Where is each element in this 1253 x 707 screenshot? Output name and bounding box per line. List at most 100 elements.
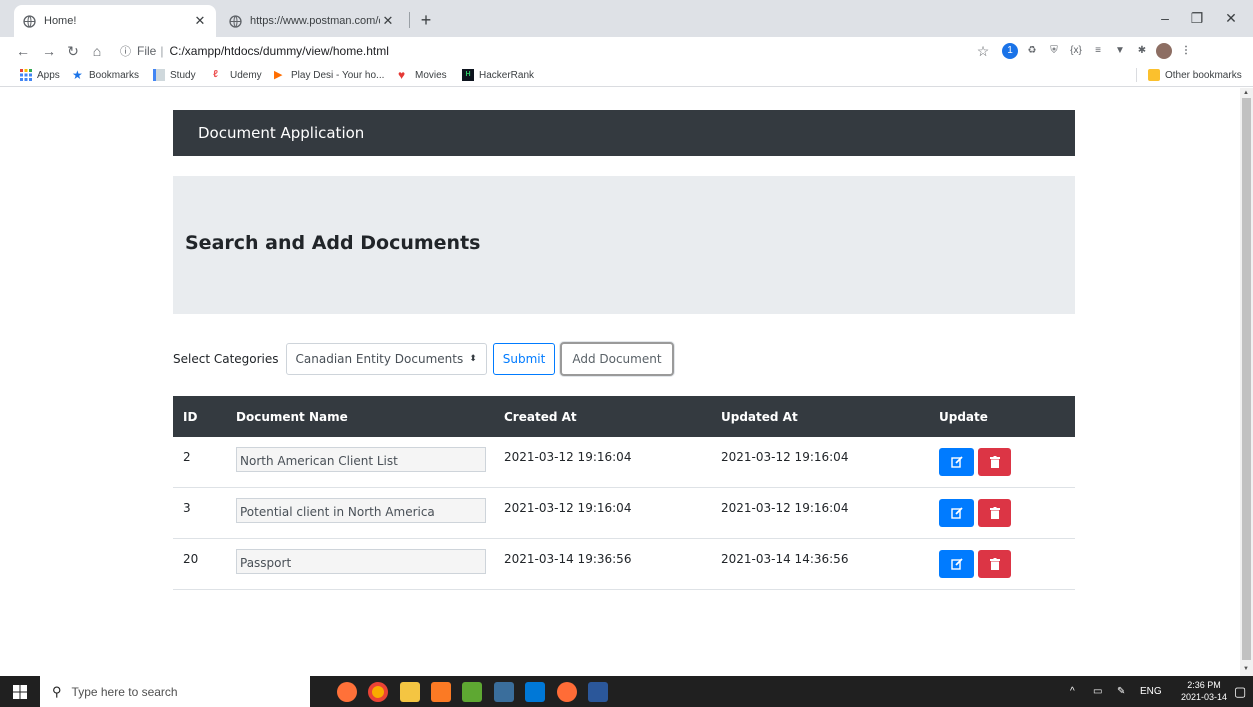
vue-extension-icon[interactable]: ▼ [1112, 43, 1128, 59]
battery-icon[interactable]: ▭ [1093, 676, 1102, 707]
submit-button[interactable]: Submit [492, 343, 556, 375]
tab-title: Home! [44, 15, 77, 27]
address-divider: | [160, 44, 164, 58]
trash-icon [989, 456, 1000, 468]
word-icon[interactable] [588, 682, 608, 702]
scroll-up-icon[interactable]: ▲ [1243, 90, 1249, 96]
minimize-icon[interactable]: – [1150, 6, 1180, 30]
edit-button[interactable] [939, 550, 974, 578]
clock-time: 2:36 PM [1187, 680, 1221, 690]
address-url: C:/xampp/htdocs/dummy/view/home.html [169, 44, 389, 58]
scrollbar-thumb[interactable] [1242, 98, 1251, 660]
scroll-down-icon[interactable]: ▼ [1243, 666, 1249, 672]
category-select[interactable]: Canadian Entity Documents ⬍ [285, 343, 487, 375]
new-tab-button[interactable]: + [414, 9, 438, 33]
home-icon[interactable]: ⌂ [86, 40, 108, 62]
pen-icon[interactable]: ✎ [1117, 676, 1125, 707]
bookmark-study[interactable]: Study [153, 69, 196, 81]
other-bookmarks[interactable]: Other bookmarks [1148, 69, 1242, 81]
table-header: ID Document Name Created At Updated At U… [173, 396, 1075, 437]
photos-icon[interactable] [462, 682, 482, 702]
chrome-icon[interactable] [368, 682, 388, 702]
delete-button[interactable] [978, 550, 1011, 578]
shield-extension-icon[interactable]: ⛨ [1046, 43, 1062, 59]
category-selected-value: Canadian Entity Documents [295, 352, 464, 366]
document-name-field[interactable]: Potential client in North America [236, 498, 486, 523]
cell-updated-at: 2021-03-14 14:36:56 [721, 552, 849, 566]
close-tab-icon[interactable]: ✕ [192, 13, 208, 29]
bookmark-movies[interactable]: ♥ Movies [398, 69, 447, 81]
address-scheme: File [137, 44, 157, 58]
bookmark-udemy[interactable]: ℓ Udemy [213, 69, 262, 81]
extension-icon[interactable]: 1 [1002, 43, 1018, 59]
info-icon[interactable]: ⓘ [120, 43, 131, 59]
maximize-icon[interactable]: ❐ [1182, 6, 1212, 30]
profile-avatar[interactable] [1156, 43, 1172, 59]
list-extension-icon[interactable]: ≡ [1090, 43, 1106, 59]
firefox-icon[interactable] [337, 682, 357, 702]
bookmark-label: Play Desi - Your ho... [291, 69, 385, 81]
browser-tab-strip: Home! ✕ https://www.postman.com/collec ✕… [0, 0, 1253, 37]
udemy-icon: ℓ [213, 69, 218, 80]
windows-start-icon[interactable] [0, 676, 40, 707]
browser-toolbar: ← → ↻ ⌂ ⓘ File | C:/xampp/htdocs/dummy/v… [0, 37, 1253, 65]
close-tab-icon[interactable]: ✕ [380, 13, 396, 29]
edit-button[interactable] [939, 499, 974, 527]
browser-tab-home[interactable]: Home! ✕ [14, 5, 216, 37]
bookmark-hackerrank[interactable]: H HackerRank [462, 69, 534, 81]
folder-icon [153, 69, 165, 81]
bookmark-bookmarks[interactable]: ★ Bookmarks [72, 69, 139, 81]
search-controls: Select Categories Canadian Entity Docume… [173, 342, 674, 376]
page-scrollbar[interactable]: ▲ ▼ [1240, 88, 1253, 676]
category-label: Select Categories [173, 352, 279, 366]
menu-kebab-icon[interactable]: ⋮ [1178, 43, 1194, 59]
close-window-icon[interactable]: ✕ [1216, 6, 1246, 30]
bookmark-label: HackerRank [479, 69, 535, 81]
page-viewport: Document Application Search and Add Docu… [0, 88, 1240, 676]
xampp-icon[interactable] [431, 682, 451, 702]
back-arrow-icon[interactable]: ← [12, 40, 34, 62]
document-name-field[interactable]: North American Client List [236, 447, 486, 472]
app-navbar: Document Application [173, 110, 1075, 156]
apps-grid-icon [20, 69, 32, 81]
forward-arrow-icon[interactable]: → [38, 40, 60, 62]
bookmark-star-icon[interactable]: ☆ [972, 40, 994, 62]
tab-separator [409, 12, 410, 28]
language-indicator[interactable]: ENG [1140, 676, 1162, 707]
puzzle-extension-icon[interactable]: ✱ [1134, 43, 1150, 59]
json-extension-icon[interactable]: {x} [1068, 43, 1084, 59]
document-name-field[interactable]: Passport [236, 549, 486, 574]
bookmark-apps[interactable]: Apps [20, 69, 60, 81]
edit-icon [950, 558, 963, 570]
bookmark-play-desi[interactable]: ▶ Play Desi - Your ho... [274, 69, 384, 81]
navbar-brand[interactable]: Document Application [198, 124, 364, 142]
postman-icon[interactable] [557, 682, 577, 702]
file-explorer-icon[interactable] [400, 682, 420, 702]
taskbar-clock[interactable]: 2:36 PM 2021-03-14 [1180, 679, 1228, 703]
reload-icon[interactable]: ↻ [62, 40, 84, 62]
snipping-tool-icon[interactable] [494, 682, 514, 702]
bookmark-label: Movies [415, 69, 447, 81]
add-document-button[interactable]: Add Document [560, 342, 674, 376]
taskbar-search-input[interactable]: ⚲ Type here to search [40, 676, 310, 707]
header-updated-at: Updated At [721, 410, 798, 424]
select-caret-icon: ⬍ [469, 354, 477, 364]
cell-id: 2 [183, 450, 191, 464]
hackerrank-icon: H [462, 69, 474, 81]
table-row: 2 North American Client List 2021-03-12 … [173, 437, 1075, 488]
notification-icon[interactable]: ▢ [1234, 676, 1246, 707]
bookmark-label: Udemy [230, 69, 262, 81]
browser-tab-postman[interactable]: https://www.postman.com/collec ✕ [220, 5, 404, 37]
delete-button[interactable] [978, 499, 1011, 527]
recycle-extension-icon[interactable]: ♻ [1024, 43, 1040, 59]
delete-button[interactable] [978, 448, 1011, 476]
cell-created-at: 2021-03-12 19:16:04 [504, 501, 632, 515]
bookmark-label: Bookmarks [89, 69, 140, 81]
edit-button[interactable] [939, 448, 974, 476]
cell-id: 3 [183, 501, 191, 515]
vscode-icon[interactable] [525, 682, 545, 702]
folder-icon [1148, 69, 1160, 81]
play-icon: ▶ [274, 69, 283, 81]
address-bar[interactable]: ⓘ File | C:/xampp/htdocs/dummy/view/home… [120, 40, 1000, 62]
tray-chevron-icon[interactable]: ^ [1070, 676, 1075, 707]
